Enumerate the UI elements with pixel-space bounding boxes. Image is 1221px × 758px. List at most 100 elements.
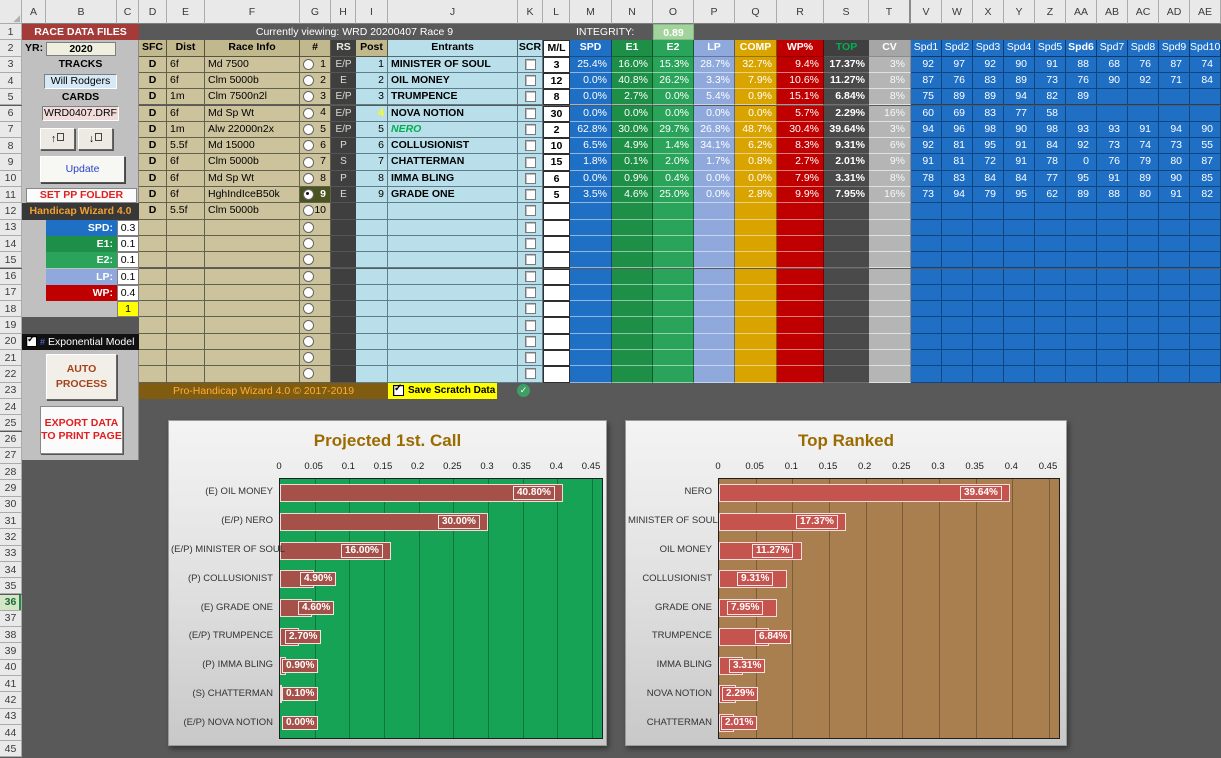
runner-number-cell[interactable]: 3 (300, 89, 331, 106)
cell-lp[interactable] (694, 333, 735, 350)
cell-spd6[interactable]: 76 (1066, 72, 1097, 90)
row-header-36[interactable]: 36 (0, 594, 22, 611)
scr-checkbox[interactable] (524, 140, 536, 152)
col-head-entrants[interactable]: Entrants (388, 40, 518, 57)
checkbox-icon[interactable] (26, 334, 37, 348)
cell-spd2[interactable]: 76 (942, 72, 973, 90)
cell-entrant[interactable]: GRADE ONE (388, 187, 518, 204)
cell-spd10[interactable] (1190, 235, 1221, 253)
cell-top[interactable] (824, 219, 869, 236)
cell-cv[interactable] (869, 219, 911, 236)
cell-spd3[interactable]: 98 (973, 121, 1004, 139)
cell-scr[interactable] (518, 268, 543, 285)
cell-race-info[interactable]: Clm 5000b (205, 154, 300, 171)
cell-spd3[interactable]: 72 (973, 154, 1004, 171)
cell-cv[interactable]: 16% (869, 105, 911, 122)
col-head-lp[interactable]: LP (694, 40, 735, 57)
column-header-K[interactable]: K (518, 0, 543, 24)
cell-spd10[interactable]: 90 (1190, 121, 1221, 139)
cell-spd6[interactable] (1066, 284, 1097, 302)
cell-top[interactable] (824, 301, 869, 318)
radio-button[interactable] (303, 303, 314, 315)
radio-button[interactable] (303, 335, 314, 347)
cell-ml[interactable] (543, 284, 570, 302)
cell-run-style[interactable] (331, 317, 356, 334)
cell-spd9[interactable] (1159, 284, 1190, 302)
scr-checkbox[interactable] (524, 286, 536, 298)
cell-race-info[interactable] (205, 235, 300, 253)
cell-spd8[interactable] (1128, 350, 1159, 367)
runner-number-cell[interactable]: 8 (300, 170, 331, 187)
cell-cv[interactable] (869, 203, 911, 220)
cell-spd9[interactable]: 91 (1159, 187, 1190, 204)
row-header-7[interactable]: 7 (0, 121, 22, 139)
cell-e1[interactable]: 0.9% (612, 170, 653, 187)
cell-spd9[interactable] (1159, 89, 1190, 106)
cell-e2[interactable] (653, 219, 694, 236)
cell-comp[interactable]: 48.7% (735, 121, 777, 139)
cell-sfc[interactable]: D (139, 154, 167, 171)
radio-button[interactable] (303, 123, 314, 135)
col-head-dist[interactable]: Dist (167, 40, 205, 57)
cell-spd8[interactable]: 91 (1128, 121, 1159, 139)
cell-ml[interactable]: 5 (543, 187, 570, 204)
cell-spd5[interactable]: 84 (1035, 138, 1066, 155)
cell-spd5[interactable]: 78 (1035, 154, 1066, 171)
cell-run-style[interactable] (331, 235, 356, 253)
row-header-24[interactable]: 24 (0, 398, 22, 416)
cell-spd10[interactable] (1190, 317, 1221, 334)
cell-lp[interactable] (694, 203, 735, 220)
cell-e2[interactable]: 2.0% (653, 154, 694, 171)
cell-spd[interactable] (570, 284, 612, 302)
cell-spd10[interactable]: 74 (1190, 56, 1221, 73)
cell-run-style[interactable] (331, 203, 356, 220)
cell-spd3[interactable] (973, 350, 1004, 367)
cell-wp[interactable]: 8.3% (777, 138, 824, 155)
cell-spd7[interactable] (1097, 366, 1128, 383)
cell-spd10[interactable] (1190, 333, 1221, 350)
cell-spd1[interactable] (911, 350, 942, 367)
cell-spd4[interactable] (1004, 301, 1035, 318)
cell-spd6[interactable] (1066, 350, 1097, 367)
cell-spd6[interactable] (1066, 268, 1097, 285)
cell-lp[interactable]: 0.0% (694, 187, 735, 204)
cell-spd5[interactable]: 58 (1035, 105, 1066, 122)
cell-dist[interactable] (167, 219, 205, 236)
cell-dist[interactable] (167, 235, 205, 253)
cell-lp[interactable]: 5.4% (694, 89, 735, 106)
cell-ml[interactable] (543, 350, 570, 367)
cell-sfc[interactable] (139, 366, 167, 383)
cell-race-info[interactable]: Md 15000 (205, 138, 300, 155)
column-header-H[interactable]: H (331, 0, 356, 24)
col-head-sfc[interactable]: SFC (139, 40, 167, 57)
radio-button[interactable] (303, 205, 314, 217)
cell-e2[interactable] (653, 350, 694, 367)
cell-spd10[interactable]: 87 (1190, 154, 1221, 171)
cell-e1[interactable] (612, 268, 653, 285)
cell-lp[interactable] (694, 317, 735, 334)
cell-post[interactable]: 8 (356, 170, 388, 187)
cell-spd5[interactable] (1035, 350, 1066, 367)
cell-spd4[interactable] (1004, 317, 1035, 334)
cell-e2[interactable] (653, 252, 694, 269)
cell-entrant[interactable]: NOVA NOTION (388, 105, 518, 122)
cell-spd7[interactable] (1097, 317, 1128, 334)
cell-sfc[interactable]: D (139, 121, 167, 139)
row-header-33[interactable]: 33 (0, 545, 22, 562)
cell-spd3[interactable]: 79 (973, 187, 1004, 204)
cell-ml[interactable] (543, 252, 570, 269)
cell-ml[interactable]: 8 (543, 89, 570, 106)
cell-sfc[interactable]: D (139, 138, 167, 155)
cell-spd3[interactable] (973, 219, 1004, 236)
row-header-32[interactable]: 32 (0, 529, 22, 546)
cell-e1[interactable] (612, 350, 653, 367)
cards-field[interactable]: WRD0407.DRF (42, 105, 119, 121)
cell-comp[interactable]: 0.0% (735, 105, 777, 122)
update-button[interactable]: Update (40, 156, 125, 183)
cell-run-style[interactable]: E (331, 187, 356, 204)
col-head-ml[interactable]: M/L (543, 40, 570, 57)
cell-spd[interactable]: 6.5% (570, 138, 612, 155)
cell-sfc[interactable]: D (139, 105, 167, 122)
col-head-e1[interactable]: E1 (612, 40, 653, 57)
cell-post[interactable]: 2 (356, 72, 388, 90)
